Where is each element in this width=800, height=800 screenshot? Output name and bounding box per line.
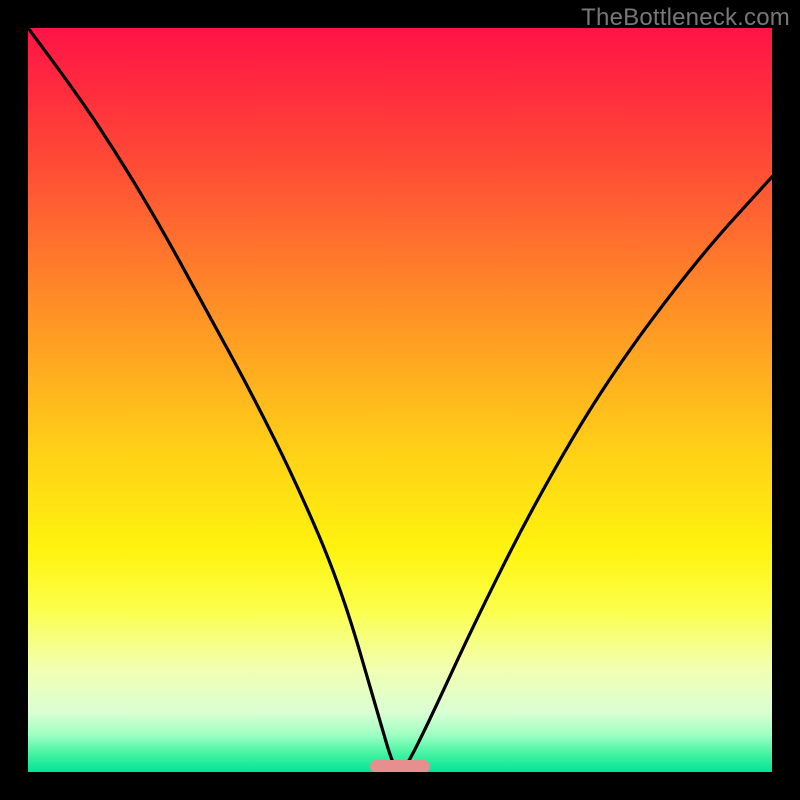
bottleneck-curve	[28, 28, 772, 772]
min-marker	[370, 760, 430, 772]
chart-stage: TheBottleneck.com	[0, 0, 800, 800]
watermark-text: TheBottleneck.com	[581, 4, 790, 32]
curve-path	[28, 28, 772, 770]
plot-area	[28, 28, 772, 772]
